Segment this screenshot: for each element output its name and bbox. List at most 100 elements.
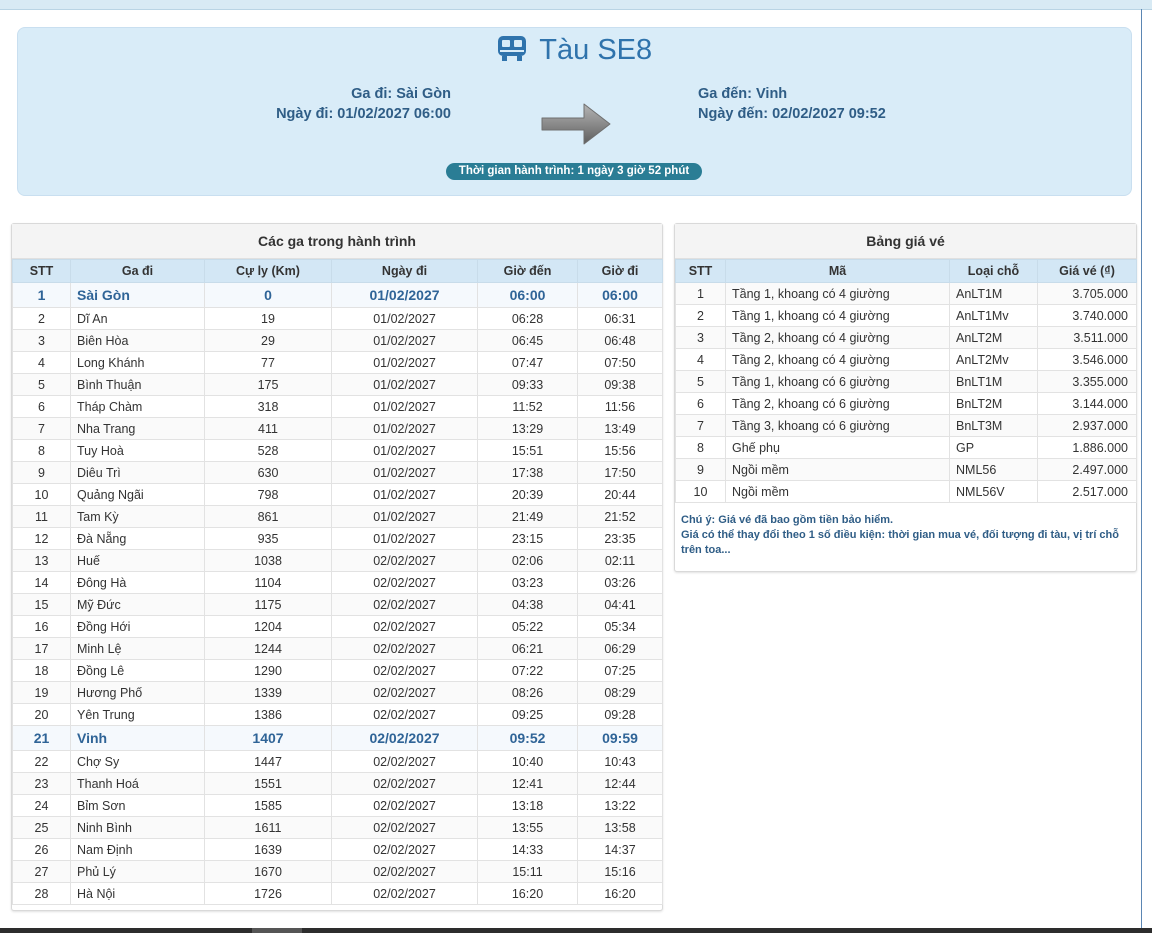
column-header: Giờ đến xyxy=(477,259,578,283)
departure-date: Ngày đi: 01/02/2027 06:00 xyxy=(276,106,451,122)
price: 3.144.000 xyxy=(1037,392,1137,415)
row-index: 2 xyxy=(675,304,726,327)
row-index: 24 xyxy=(12,794,71,817)
seat-code: NML56 xyxy=(949,458,1038,481)
arrival-info: Ga đến: Vinh Ngày đến: 02/02/2027 09:52 xyxy=(698,84,886,124)
distance: 1726 xyxy=(204,882,332,905)
column-header: Mã xyxy=(725,259,950,283)
row-index: 2 xyxy=(12,307,71,330)
table-row: 27 Phủ Lý 1670 02/02/2027 15:11 15:16 xyxy=(12,860,663,883)
station-name: Nha Trang xyxy=(70,417,205,440)
arrival-time: 06:45 xyxy=(477,329,578,352)
prices-title: Bảng giá vé xyxy=(675,224,1136,259)
departure-time: 05:34 xyxy=(577,615,663,638)
date: 02/02/2027 xyxy=(331,860,478,883)
table-row: 15 Mỹ Đức 1175 02/02/2027 04:38 04:41 xyxy=(12,593,663,616)
price: 2.497.000 xyxy=(1037,458,1137,481)
departure-time: 06:48 xyxy=(577,329,663,352)
row-index: 8 xyxy=(675,436,726,459)
station-name: Tháp Chàm xyxy=(70,395,205,418)
departure-time: 15:16 xyxy=(577,860,663,883)
arrival-time: 02:06 xyxy=(477,549,578,572)
departure-time: 08:29 xyxy=(577,681,663,704)
column-header: Loại chỗ xyxy=(949,259,1038,283)
stations-title: Các ga trong hành trình xyxy=(12,224,662,259)
row-index: 3 xyxy=(12,329,71,352)
row-index: 7 xyxy=(12,417,71,440)
departure-time: 10:43 xyxy=(577,750,663,773)
distance: 411 xyxy=(204,417,332,440)
table-row: 17 Minh Lệ 1244 02/02/2027 06:21 06:29 xyxy=(12,637,663,660)
title-row: Tàu SE8 xyxy=(18,34,1131,74)
distance: 1551 xyxy=(204,772,332,795)
row-index: 23 xyxy=(12,772,71,795)
station-name: Đà Nẵng xyxy=(70,527,205,550)
arrival-time: 15:51 xyxy=(477,439,578,462)
table-row: 28 Hà Nội 1726 02/02/2027 16:20 16:20 xyxy=(12,882,663,905)
distance: 1339 xyxy=(204,681,332,704)
row-index: 9 xyxy=(12,461,71,484)
arrival-time: 06:00 xyxy=(477,282,578,308)
column-header: STT xyxy=(675,259,726,283)
station-name: Tam Kỳ xyxy=(70,505,205,528)
scrollbar-thumb[interactable] xyxy=(252,928,302,933)
column-header: Ngày đi xyxy=(331,259,478,283)
date: 02/02/2027 xyxy=(331,593,478,616)
station-name: Sài Gòn xyxy=(70,282,205,308)
row-index: 10 xyxy=(675,480,726,503)
distance: 1670 xyxy=(204,860,332,883)
distance: 798 xyxy=(204,483,332,506)
distance: 1290 xyxy=(204,659,332,682)
arrival-date: Ngày đến: 02/02/2027 09:52 xyxy=(698,106,886,122)
prices-table-header: STT Mã Loại chỗ Giá vé (₫) xyxy=(675,259,1137,283)
seat-code: BnLT2M xyxy=(949,392,1038,415)
table-row: 9 Ngồi mềm NML56 2.497.000 xyxy=(675,458,1137,481)
seat-description: Ghế phụ xyxy=(725,436,950,459)
arrow-right-icon xyxy=(538,96,614,152)
table-row: 10 Quảng Ngãi 798 01/02/2027 20:39 20:44 xyxy=(12,483,663,506)
departure-time: 07:25 xyxy=(577,659,663,682)
price: 3.355.000 xyxy=(1037,370,1137,393)
station-name: Dĩ An xyxy=(70,307,205,330)
station-name: Mỹ Đức xyxy=(70,593,205,616)
departure-time: 09:59 xyxy=(577,725,663,751)
date: 02/02/2027 xyxy=(331,549,478,572)
stations-table-header: STT Ga đi Cự ly (Km) Ngày đi Giờ đến Giờ đi xyxy=(12,259,663,283)
departure-time: 06:00 xyxy=(577,282,663,308)
departure-time: 06:31 xyxy=(577,307,663,330)
departure-time: 20:44 xyxy=(577,483,663,506)
departure-time: 14:37 xyxy=(577,838,663,861)
distance: 1204 xyxy=(204,615,332,638)
departure-time: 23:35 xyxy=(577,527,663,550)
departure-time: 09:38 xyxy=(577,373,663,396)
date: 01/02/2027 xyxy=(331,417,478,440)
row-index: 13 xyxy=(12,549,71,572)
train-icon xyxy=(497,33,527,63)
distance: 175 xyxy=(204,373,332,396)
date: 02/02/2027 xyxy=(331,659,478,682)
arrival-time: 08:26 xyxy=(477,681,578,704)
arrival-time: 17:38 xyxy=(477,461,578,484)
row-index: 26 xyxy=(12,838,71,861)
column-header: Giờ đi xyxy=(577,259,663,283)
table-row: 2 Tầng 1, khoang có 4 giường AnLT1Mv 3.740.… xyxy=(675,304,1137,327)
seat-code: NML56V xyxy=(949,480,1038,503)
arrival-time: 07:47 xyxy=(477,351,578,374)
arrival-time: 06:28 xyxy=(477,307,578,330)
date: 02/02/2027 xyxy=(331,816,478,839)
departure-time: 15:56 xyxy=(577,439,663,462)
departure-time: 13:58 xyxy=(577,816,663,839)
table-row: 6 Tầng 2, khoang có 6 giường BnLT2M 3.144.0… xyxy=(675,392,1137,415)
arrival-time: 13:18 xyxy=(477,794,578,817)
price: 2.517.000 xyxy=(1037,480,1137,503)
table-row: 26 Nam Định 1639 02/02/2027 14:33 14:37 xyxy=(12,838,663,861)
seat-code: BnLT1M xyxy=(949,370,1038,393)
date: 02/02/2027 xyxy=(331,882,478,905)
seat-code: AnLT1M xyxy=(949,282,1038,305)
row-index: 1 xyxy=(675,282,726,305)
arrival-time: 11:52 xyxy=(477,395,578,418)
stations-table-body: 1 Sài Gòn 0 01/02/2027 06:00 06:00 2 Dĩ An 19 01/… xyxy=(12,282,663,905)
arrival-time: 20:39 xyxy=(477,483,578,506)
distance: 318 xyxy=(204,395,332,418)
duration-badge: Thời gian hành trình: 1 ngày 3 giờ 52 ph… xyxy=(446,163,702,180)
